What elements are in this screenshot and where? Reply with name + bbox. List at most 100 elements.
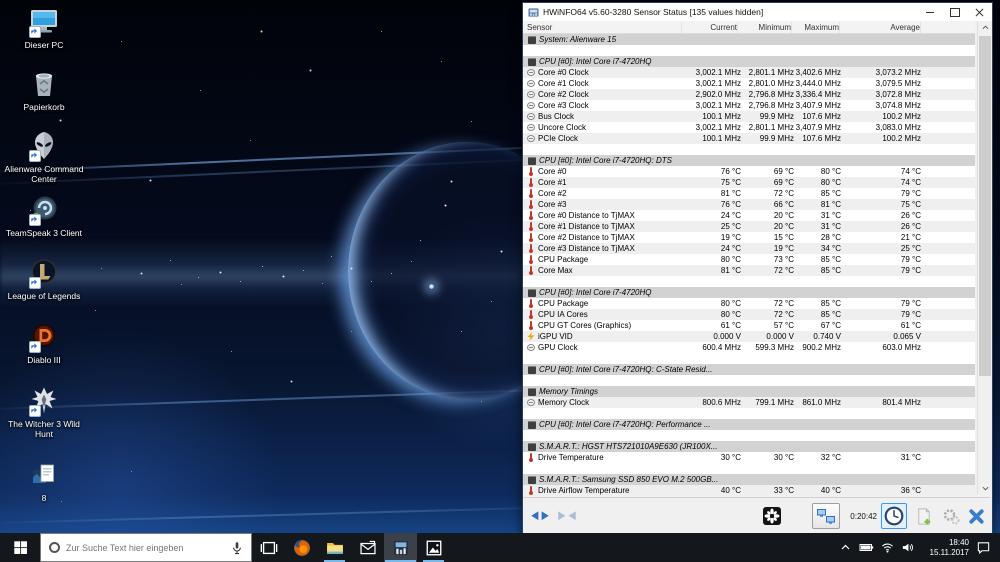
scroll-down-icon[interactable] [978, 482, 993, 495]
sensor-row[interactable]: Core #0 Clock3,002.1 MHz2,801.1 MHz3,402… [523, 67, 975, 78]
maximize-button[interactable] [942, 3, 967, 21]
sensor-row[interactable]: Drive Temperature30 °C30 °C32 °C31 °C [523, 452, 975, 463]
thermometer-icon [527, 167, 535, 176]
sensor-row[interactable]: PCIe Clock100.1 MHz99.9 MHz107.6 MHz100.… [523, 133, 975, 144]
desktop-icon-dieser-pc[interactable]: Dieser PC [0, 6, 88, 50]
value-current: 81 °C [686, 188, 741, 199]
sensor-label: CPU [#0]: Intel Core i7-4720HQ: DTS [539, 155, 975, 166]
hidden-icons-chevron-icon[interactable] [839, 541, 852, 554]
close-button[interactable] [967, 3, 992, 21]
sensor-row[interactable]: Core #175 °C69 °C80 °C74 °C [523, 177, 975, 188]
sensor-group-header[interactable]: S.M.A.R.T.: Samsung SSD 850 EVO M.2 500G… [523, 474, 975, 485]
column-sensor[interactable]: Sensor [527, 22, 682, 33]
taskbar-app-photos[interactable] [417, 533, 450, 562]
expand-values-button[interactable] [527, 503, 553, 529]
search-box[interactable] [40, 533, 252, 562]
sensor-row[interactable]: GPU Clock600.4 MHz599.3 MHz900.2 MHz603.… [523, 342, 975, 353]
column-maximum[interactable]: Maximum [792, 22, 840, 33]
sensor-row[interactable]: Core #281 °C72 °C85 °C79 °C [523, 188, 975, 199]
sensor-group-header[interactable]: CPU [#0]: Intel Core i7-4720HQ [523, 287, 975, 298]
sensor-label: Memory Timings [539, 386, 975, 397]
value-maximum: 31 °C [794, 210, 841, 221]
taskbar-app-hwinfo[interactable] [384, 533, 417, 562]
witcher-icon [28, 385, 60, 417]
sensor-row[interactable]: CPU GT Cores (Graphics)61 °C57 °C67 °C61… [523, 320, 975, 331]
hwinfo-app-icon [528, 7, 539, 18]
scrollbar[interactable] [977, 21, 992, 495]
microphone-icon[interactable] [229, 540, 245, 556]
column-current[interactable]: Current [682, 22, 738, 33]
desktop-icon-8[interactable]: 8 [0, 459, 88, 503]
action-center-icon[interactable] [976, 540, 991, 555]
sensor-group-header[interactable]: CPU [#0]: Intel Core i7-4720HQ: Performa… [523, 419, 975, 430]
scrollbar-thumb[interactable] [979, 36, 991, 376]
volume-icon[interactable] [901, 541, 914, 554]
sensor-row[interactable]: Core Max81 °C72 °C85 °C79 °C [523, 265, 975, 276]
taskbar-app-firefox[interactable] [285, 533, 318, 562]
close-sensors-button[interactable] [963, 503, 989, 529]
report-button[interactable] [910, 503, 936, 529]
sensor-row[interactable]: CPU IA Cores80 °C72 °C85 °C79 °C [523, 309, 975, 320]
sensor-row[interactable]: iGPU VID0.000 V0.000 V0.740 V0.065 V [523, 331, 975, 342]
taskbar-app-task-view[interactable] [252, 533, 285, 562]
sensor-row[interactable]: Core #2 Clock2,902.0 MHz2,796.8 MHz3,336… [523, 89, 975, 100]
remote-monitoring-button[interactable] [812, 503, 840, 529]
sensor-row[interactable]: Core #076 °C69 °C80 °C74 °C [523, 166, 975, 177]
sensor-row[interactable]: Uncore Clock3,002.1 MHz2,801.1 MHz3,407.… [523, 122, 975, 133]
taskbar-app-file-explorer[interactable] [318, 533, 351, 562]
scroll-up-icon[interactable] [978, 21, 993, 34]
start-button[interactable] [0, 533, 40, 562]
desktop-icon-diablo-iii[interactable]: Diablo III [0, 321, 88, 365]
sensor-group-header[interactable]: CPU [#0]: Intel Core i7-4720HQ: DTS [523, 155, 975, 166]
sensor-row[interactable]: CPU Package80 °C72 °C85 °C79 °C [523, 298, 975, 309]
settings-button[interactable] [938, 503, 964, 529]
sensor-label: Memory Clock [538, 397, 686, 408]
sensor-row[interactable]: Drive Airflow Temperature40 °C33 °C40 °C… [523, 485, 975, 495]
desktop-icon-the-witcher-3-wild-hunt[interactable]: The Witcher 3 Wild Hunt [0, 385, 88, 439]
sensor-label: Core #2 Clock [538, 89, 686, 100]
title-bar[interactable]: HWiNFO64 v5.60-3280 Sensor Status [135 v… [523, 3, 992, 22]
sensor-row[interactable]: Core #3 Distance to TjMAX24 °C19 °C34 °C… [523, 243, 975, 254]
value-minimum: 30 °C [741, 452, 794, 463]
logging-clock-button[interactable] [881, 503, 907, 529]
desktop-icon-alienware-command-center[interactable]: Alienware Command Center [0, 130, 88, 184]
sensor-label: Core Max [538, 265, 686, 276]
sensor-label: Uncore Clock [538, 122, 686, 133]
taskbar-clock[interactable]: 18:40 15.11.2017 [921, 538, 969, 558]
sensor-row[interactable]: Core #1 Distance to TjMAX25 °C20 °C31 °C… [523, 221, 975, 232]
sensor-row[interactable]: Bus Clock100.1 MHz99.9 MHz107.6 MHz100.2… [523, 111, 975, 122]
search-input[interactable] [66, 543, 229, 553]
sensor-group-header[interactable]: Memory Timings [523, 386, 975, 397]
value-current: 100.1 MHz [686, 133, 741, 144]
sensor-row[interactable]: Core #2 Distance to TjMAX19 °C15 °C28 °C… [523, 232, 975, 243]
sensor-row[interactable]: CPU Package80 °C73 °C85 °C79 °C [523, 254, 975, 265]
value-average: 26 °C [841, 221, 921, 232]
column-minimum[interactable]: Minimum [738, 22, 792, 33]
clock-icon [527, 102, 535, 109]
sensor-row[interactable]: Core #376 °C66 °C81 °C75 °C [523, 199, 975, 210]
column-average[interactable]: Average [840, 22, 921, 33]
sensor-row[interactable]: Memory Clock800.6 MHz799.1 MHz861.0 MHz8… [523, 397, 975, 408]
sensor-group-header[interactable]: System: Alienware 15 [523, 34, 975, 45]
sensor-row[interactable]: Core #0 Distance to TjMAX24 °C20 °C31 °C… [523, 210, 975, 221]
sensor-group-header[interactable]: CPU [#0]: Intel Core i7-4720HQ [523, 56, 975, 67]
chip-icon [528, 476, 536, 484]
desktop-icon-papierkorb[interactable]: Papierkorb [0, 68, 88, 112]
sensor-row[interactable]: Core #3 Clock3,002.1 MHz2,796.8 MHz3,407… [523, 100, 975, 111]
sensor-group-header[interactable]: CPU [#0]: Intel Core i7-4720HQ: C-State … [523, 364, 975, 375]
battery-icon[interactable] [859, 541, 874, 554]
wifi-icon[interactable] [881, 541, 894, 554]
sensor-label: Core #1 [538, 177, 686, 188]
desktop-icon-league-of-legends[interactable]: League of Legends [0, 257, 88, 301]
sensor-row[interactable]: Core #1 Clock3,002.1 MHz2,801.0 MHz3,444… [523, 78, 975, 89]
sensor-group-header[interactable]: S.M.A.R.T.: HGST HTS721010A9E630 (JR100X… [523, 441, 975, 452]
value-current: 75 °C [686, 177, 741, 188]
league-of-legends-icon [28, 257, 60, 289]
minimize-button[interactable] [917, 3, 942, 21]
desktop-icon-teamspeak-3-client[interactable]: TeamSpeak 3 Client [0, 194, 88, 238]
collapse-values-button[interactable] [554, 503, 580, 529]
fan-control-button[interactable] [759, 503, 785, 529]
column-header[interactable]: Sensor Current Minimum Maximum Average [523, 21, 975, 34]
taskbar-app-mail[interactable] [351, 533, 384, 562]
spacer-row [523, 45, 975, 56]
